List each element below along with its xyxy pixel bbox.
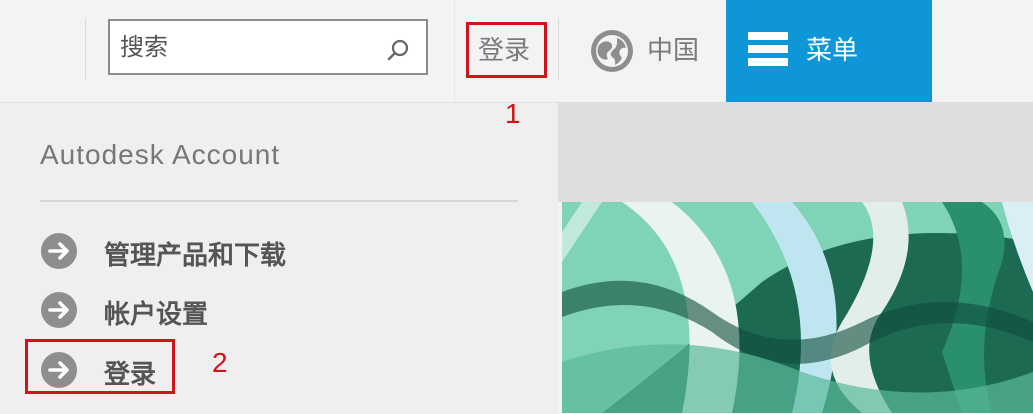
account-title: Autodesk Account bbox=[40, 139, 281, 170]
dropdown-item-label: 帐户设置 bbox=[104, 300, 209, 330]
search-input[interactable] bbox=[120, 29, 375, 65]
arrow-right-icon bbox=[41, 233, 77, 269]
header-divider bbox=[85, 18, 86, 80]
annotation-box-2 bbox=[25, 339, 175, 394]
hero-image bbox=[562, 202, 1033, 413]
arrow-right-icon bbox=[41, 292, 77, 328]
header-divider bbox=[454, 0, 455, 102]
annotation-number-2: 2 bbox=[212, 347, 228, 378]
header-divider bbox=[558, 18, 559, 80]
dropdown-item-label: 管理产品和下载 bbox=[104, 241, 287, 271]
globe-icon[interactable] bbox=[589, 28, 635, 74]
search-icon[interactable] bbox=[386, 38, 410, 62]
search-box[interactable] bbox=[108, 19, 428, 75]
menu-button[interactable]: 菜单 bbox=[726, 0, 932, 102]
region-selector[interactable]: 中国 bbox=[647, 30, 699, 67]
page-background-band bbox=[558, 102, 1033, 202]
menu-label: 菜单 bbox=[806, 36, 859, 66]
annotation-box-1 bbox=[466, 22, 547, 78]
dropdown-divider bbox=[40, 200, 518, 202]
hamburger-icon bbox=[748, 32, 788, 72]
annotation-number-1: 1 bbox=[505, 98, 521, 129]
